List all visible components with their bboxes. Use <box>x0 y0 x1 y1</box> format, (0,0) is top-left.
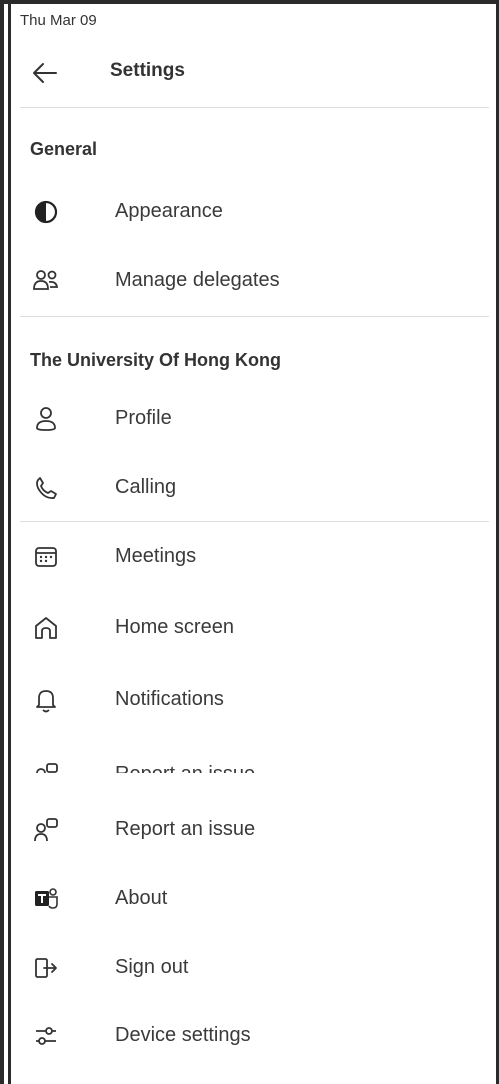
section-heading-general: General <box>30 139 98 159</box>
sign-out-icon <box>32 954 60 982</box>
settings-item-label: Profile <box>115 407 172 429</box>
settings-item-home-screen[interactable]: Home screen <box>20 600 480 656</box>
person-feedback-icon <box>32 816 60 844</box>
settings-item-manage-delegates[interactable]: Manage delegates <box>20 253 480 309</box>
person-feedback-icon <box>32 761 60 773</box>
window-frame-left-inner <box>8 0 11 1084</box>
window-frame-left <box>0 0 4 1084</box>
contrast-icon <box>32 198 60 226</box>
settings-item-meetings[interactable]: Meetings <box>20 529 480 585</box>
settings-item-report-issue-clipped[interactable]: Report an issue <box>20 755 480 773</box>
settings-item-notifications[interactable]: Notifications <box>20 672 480 728</box>
status-date: Thu Mar 09 <box>20 12 97 29</box>
divider <box>20 316 489 317</box>
settings-item-profile[interactable]: Profile <box>20 391 480 447</box>
divider <box>20 521 489 522</box>
settings-item-label: Appearance <box>115 200 223 222</box>
settings-item-about[interactable]: About <box>20 871 480 927</box>
settings-item-label: Calling <box>115 476 177 498</box>
arrow-left-icon <box>33 63 57 83</box>
settings-item-appearance[interactable]: Appearance <box>20 184 480 240</box>
window-frame-top <box>0 0 499 4</box>
settings-item-label: Meetings <box>115 545 197 567</box>
divider <box>20 107 489 108</box>
person-icon <box>32 405 60 433</box>
settings-item-device-settings[interactable]: Device settings <box>20 1008 480 1064</box>
home-icon <box>32 614 60 642</box>
settings-item-label: Manage delegates <box>115 269 280 291</box>
settings-item-label: Report an issue <box>115 763 255 773</box>
section-heading-organization: The University Of Hong Kong <box>30 350 282 370</box>
settings-item-label: Sign out <box>115 956 189 978</box>
settings-item-report-issue[interactable]: Report an issue <box>20 802 480 858</box>
settings-item-label: Home screen <box>115 616 234 638</box>
bell-icon <box>32 686 60 714</box>
teams-logo-icon <box>32 885 60 913</box>
settings-item-label: Report an issue <box>115 818 256 840</box>
settings-item-label: Notifications <box>115 688 224 710</box>
settings-item-label: Device settings <box>115 1024 251 1046</box>
settings-item-label: About <box>115 887 168 909</box>
sliders-icon <box>32 1022 60 1050</box>
page-title: Settings <box>110 60 185 81</box>
phone-icon <box>32 474 60 502</box>
calendar-icon <box>32 543 60 571</box>
settings-item-sign-out[interactable]: Sign out <box>20 940 480 996</box>
back-button[interactable] <box>30 58 60 88</box>
settings-item-calling[interactable]: Calling <box>20 460 480 516</box>
people-icon <box>32 267 60 295</box>
